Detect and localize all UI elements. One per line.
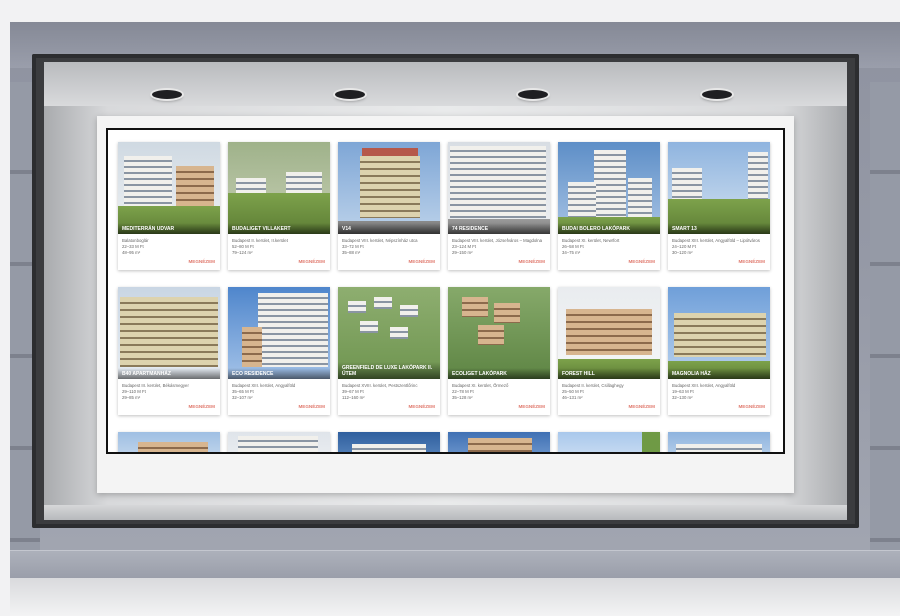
listing-card[interactable] xyxy=(668,432,770,452)
listing-card[interactable]: BUDAI BOLERO LAKÓPARK Budapest XI. kerül… xyxy=(558,142,660,270)
listing-title: MAGNOLIA HÁZ xyxy=(668,368,770,379)
listing-size: 35–88 m² xyxy=(342,250,361,255)
listing-size: 48–95 m² xyxy=(122,250,141,255)
listing-card[interactable]: MEDITERRÁN UDVAR Balatonboglár 22–33 M F… xyxy=(118,142,220,270)
view-listing-button[interactable]: MEGNÉZEM xyxy=(518,259,545,264)
spotlight-icon xyxy=(518,90,548,99)
listing-photo xyxy=(448,432,550,452)
listing-card[interactable] xyxy=(338,432,440,452)
listing-title: FOREST HILL xyxy=(558,368,660,379)
listing-grid: MEDITERRÁN UDVAR Balatonboglár 22–33 M F… xyxy=(118,142,781,452)
ground xyxy=(10,578,900,616)
spotlight-icon xyxy=(702,90,732,99)
listing-card[interactable]: 74 RESIDENCE Budapest VIII. kerület, Józ… xyxy=(448,142,550,270)
listing-photo xyxy=(558,432,660,452)
listing-card[interactable]: ECOLIGET LAKÓPARK Budapest XI. kerület, … xyxy=(448,287,550,415)
window-ceiling xyxy=(44,62,847,106)
listing-photo: BUDALIGET VILLAKERT xyxy=(228,142,330,234)
listing-title: 74 RESIDENCE xyxy=(448,223,550,234)
listing-photo: MEDITERRÁN UDVAR xyxy=(118,142,220,234)
listing-photo: GREENFIELD DE LUXE LAKÓPARK II. ÜTEM xyxy=(338,287,440,379)
listing-card[interactable]: MAGNOLIA HÁZ Budapest XIII. kerület, Ang… xyxy=(668,287,770,415)
view-listing-button[interactable]: MEGNÉZEM xyxy=(738,404,765,409)
listing-size: 32–107 m² xyxy=(232,395,253,400)
listing-photo: ECO RESIDENCE xyxy=(228,287,330,379)
listing-title: MEDITERRÁN UDVAR xyxy=(118,223,220,234)
view-listing-button[interactable]: MEGNÉZEM xyxy=(518,404,545,409)
listing-size: 34–75 m² xyxy=(562,250,581,255)
listing-photo: V14 xyxy=(338,142,440,234)
view-listing-button[interactable]: MEGNÉZEM xyxy=(298,259,325,264)
listing-size: 35–128 m² xyxy=(452,395,473,400)
listing-title: GREENFIELD DE LUXE LAKÓPARK II. ÜTEM xyxy=(338,362,440,379)
listing-card[interactable]: BUDALIGET VILLAKERT Budapest II. kerület… xyxy=(228,142,330,270)
listing-title: ECO RESIDENCE xyxy=(228,368,330,379)
listing-title: B40 APARTMANHÁZ xyxy=(118,368,220,379)
right-pillar xyxy=(870,82,900,552)
listing-card[interactable]: B40 APARTMANHÁZ Budapest III. kerület, B… xyxy=(118,287,220,415)
listing-photo: FOREST HILL xyxy=(558,287,660,379)
listing-card[interactable] xyxy=(228,432,330,452)
view-listing-button[interactable]: MEGNÉZEM xyxy=(408,259,435,264)
listing-size: 46–131 m² xyxy=(562,395,583,400)
listing-photo xyxy=(338,432,440,452)
listing-card[interactable]: ECO RESIDENCE Budapest XIII. kerület, An… xyxy=(228,287,330,415)
view-listing-button[interactable]: MEGNÉZEM xyxy=(408,404,435,409)
listing-photo xyxy=(228,432,330,452)
listing-size: 32–130 m² xyxy=(672,395,693,400)
listing-title: SMART 13 xyxy=(668,223,770,234)
listing-size: 79–124 m² xyxy=(232,250,253,255)
listing-title: BUDAI BOLERO LAKÓPARK xyxy=(558,223,660,234)
window-floor xyxy=(44,505,847,520)
listing-photo: B40 APARTMANHÁZ xyxy=(118,287,220,379)
view-listing-button[interactable]: MEGNÉZEM xyxy=(738,259,765,264)
listing-card[interactable]: GREENFIELD DE LUXE LAKÓPARK II. ÜTEM Bud… xyxy=(338,287,440,415)
view-listing-button[interactable]: MEGNÉZEM xyxy=(188,404,215,409)
listing-card[interactable] xyxy=(448,432,550,452)
listing-photo: BUDAI BOLERO LAKÓPARK xyxy=(558,142,660,234)
listing-card[interactable] xyxy=(118,432,220,452)
listing-card[interactable]: FOREST HILL Budapest II. kerület, Csilla… xyxy=(558,287,660,415)
listing-size: 29–85 m² xyxy=(122,395,141,400)
listing-size: 30–120 m² xyxy=(672,250,693,255)
listing-photo xyxy=(118,432,220,452)
window-sill xyxy=(10,550,900,578)
listing-size: 29–150 m² xyxy=(452,250,473,255)
listing-photo: ECOLIGET LAKÓPARK xyxy=(448,287,550,379)
listing-card[interactable]: SMART 13 Budapest XIII. kerület, Angyalf… xyxy=(668,142,770,270)
spotlight-icon xyxy=(335,90,365,99)
view-listing-button[interactable]: MEGNÉZEM xyxy=(628,404,655,409)
listing-card[interactable]: V14 Budapest VIII. kerület, Népszínház u… xyxy=(338,142,440,270)
listing-photo: SMART 13 xyxy=(668,142,770,234)
listing-photo xyxy=(668,432,770,452)
listing-card[interactable] xyxy=(558,432,660,452)
listing-title: ECOLIGET LAKÓPARK xyxy=(448,368,550,379)
listing-title: BUDALIGET VILLAKERT xyxy=(228,223,330,234)
listing-photo: MAGNOLIA HÁZ xyxy=(668,287,770,379)
listing-title: V14 xyxy=(338,223,440,234)
view-listing-button[interactable]: MEGNÉZEM xyxy=(628,259,655,264)
spotlight-icon xyxy=(152,90,182,99)
listing-size: 112–160 m² xyxy=(342,395,365,400)
listing-photo: 74 RESIDENCE xyxy=(448,142,550,234)
listing-screen: MEDITERRÁN UDVAR Balatonboglár 22–33 M F… xyxy=(106,128,785,454)
view-listing-button[interactable]: MEGNÉZEM xyxy=(188,259,215,264)
view-listing-button[interactable]: MEGNÉZEM xyxy=(298,404,325,409)
